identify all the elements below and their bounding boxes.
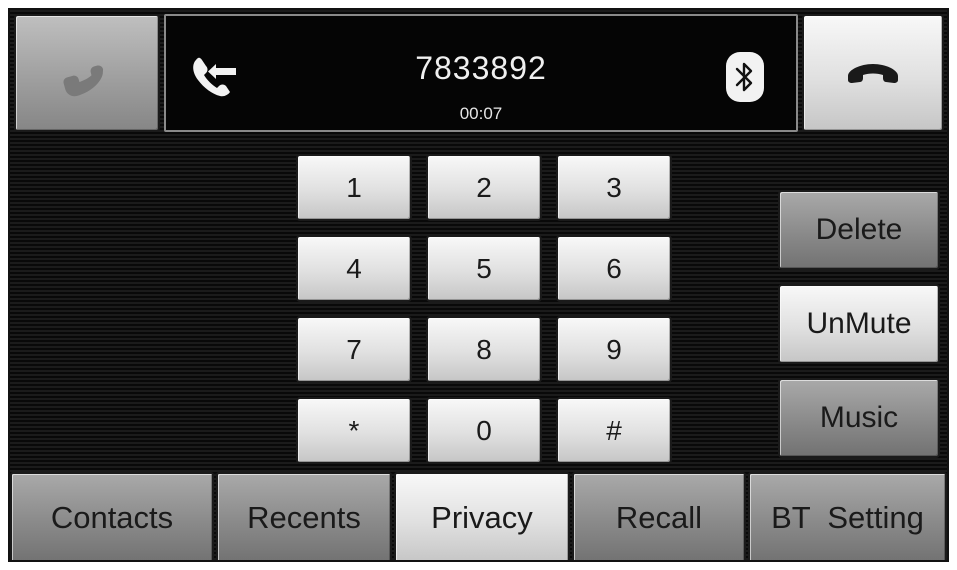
key-hash[interactable]: # (556, 397, 672, 464)
key-label: 5 (476, 252, 492, 284)
tab-label: BT Setting (771, 500, 924, 535)
tab-contacts[interactable]: Contacts (10, 472, 214, 560)
tab-privacy[interactable]: Privacy (394, 472, 570, 560)
key-label: # (606, 414, 622, 446)
unmute-button[interactable]: UnMute (778, 284, 940, 364)
key-label: 4 (346, 252, 362, 284)
key-1[interactable]: 1 (296, 154, 412, 221)
tab-label: Privacy (431, 500, 533, 535)
tab-bt-setting[interactable]: BT Setting (748, 472, 947, 560)
answer-call-button[interactable] (14, 14, 160, 132)
delete-label: Delete (815, 213, 903, 246)
delete-button[interactable]: Delete (778, 190, 940, 270)
music-label: Music (819, 401, 899, 434)
key-label: * (348, 414, 360, 446)
key-5[interactable]: 5 (426, 235, 542, 302)
key-label: 2 (476, 171, 492, 203)
key-2[interactable]: 2 (426, 154, 542, 221)
key-7[interactable]: 7 (296, 316, 412, 383)
phone-screen: 7833892 00:07 1 2 3 4 5 6 7 8 9 * 0 # De… (8, 8, 949, 562)
music-button[interactable]: Music (778, 378, 940, 458)
tab-recents[interactable]: Recents (216, 472, 392, 560)
phone-handset-icon (63, 65, 104, 97)
key-0[interactable]: 0 (426, 397, 542, 464)
key-6[interactable]: 6 (556, 235, 672, 302)
key-star[interactable]: * (296, 397, 412, 464)
key-3[interactable]: 3 (556, 154, 672, 221)
call-duration: 00:07 (459, 104, 503, 123)
key-8[interactable]: 8 (426, 316, 542, 383)
tab-label: Recall (615, 500, 703, 535)
hang-up-icon (848, 64, 898, 83)
key-label: 0 (476, 414, 492, 446)
hang-up-button[interactable] (802, 14, 944, 132)
key-4[interactable]: 4 (296, 235, 412, 302)
key-label: 1 (346, 171, 362, 203)
key-label: 9 (606, 333, 622, 365)
tab-recall[interactable]: Recall (572, 472, 746, 560)
tab-label: Recents (247, 500, 361, 535)
key-label: 6 (606, 252, 622, 284)
key-9[interactable]: 9 (556, 316, 672, 383)
key-label: 7 (346, 333, 362, 365)
dialed-number: 7833892 (415, 50, 547, 86)
bluetooth-icon (726, 52, 764, 102)
key-label: 8 (476, 333, 492, 365)
key-label: 3 (606, 171, 622, 203)
call-display: 7833892 00:07 (164, 14, 798, 132)
tab-label: Contacts (50, 500, 174, 535)
unmute-label: UnMute (806, 307, 912, 340)
